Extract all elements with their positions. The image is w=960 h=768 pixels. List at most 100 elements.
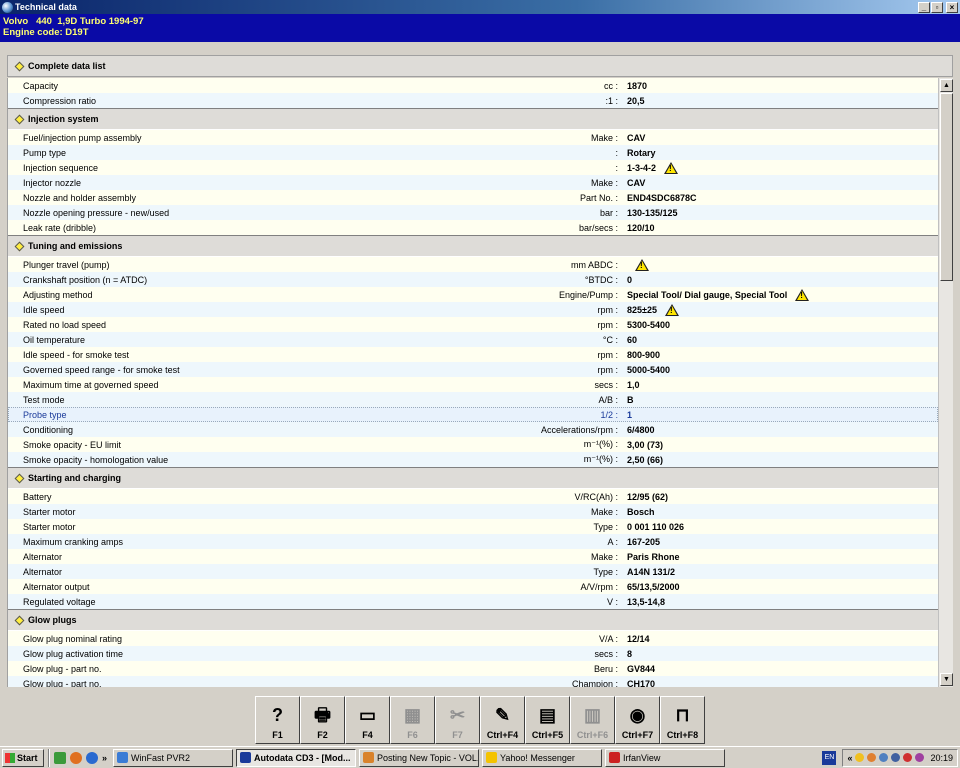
- data-row-compression-ratio[interactable]: Compression ratio:1 : 20,5: [8, 93, 938, 108]
- data-list[interactable]: Capacity cc :1870 Compression ratio:1 :20,…: [7, 78, 938, 687]
- data-row-battery[interactable]: Battery V/RC(Ah) : 12/95 (62): [8, 489, 938, 504]
- clock[interactable]: 20:19: [930, 753, 953, 763]
- data-row-adjusting-method[interactable]: Adjusting method Engine/Pump : Special Too…: [8, 287, 938, 302]
- data-row-glow-plug-nominal-rating[interactable]: Glow plug nominal rating V/A : 12/14: [8, 631, 938, 646]
- fkey-f1[interactable]: ? F1: [255, 696, 300, 744]
- scroll-thumb[interactable]: [940, 93, 953, 281]
- tray-messenger-icon[interactable]: [855, 753, 865, 762]
- row-value-text: END4SDC6878C: [627, 192, 697, 203]
- tray-chevron-icon[interactable]: «: [847, 753, 852, 763]
- data-row-leak-rate-dribble[interactable]: Leak rate (dribble) bar/secs : 120/10: [8, 220, 938, 235]
- tray-app-icon[interactable]: [915, 753, 925, 762]
- data-row-probe-type[interactable]: Probe type 1/2 : 1: [8, 407, 938, 422]
- taskbar-button-yahoo-messenger[interactable]: Yahoo! Messenger: [482, 748, 603, 767]
- taskbar-button-autodata-cd3-mod[interactable]: Autodata CD3 - [Mod...: [236, 748, 357, 767]
- data-row-alternator[interactable]: Alternator Type : A14N 131/2: [8, 564, 938, 579]
- row-value-text: 120/10: [627, 222, 655, 233]
- fkey-ctrl-f8[interactable]: ⊓ Ctrl+F8: [660, 696, 705, 744]
- close-button[interactable]: ×: [946, 1, 958, 13]
- firefox-icon[interactable]: [70, 751, 82, 764]
- data-row-fuel-injection-pump-assembly[interactable]: Fuel/injection pump assembly Make : CAV: [8, 130, 938, 145]
- data-row-crankshaft-position-n-atdc[interactable]: Crankshaft position (n = ATDC) °BTDC : 0: [8, 272, 938, 287]
- scroll-down-arrow-icon[interactable]: ▼: [940, 673, 953, 686]
- data-row-glow-plug-part-no[interactable]: Glow plug - part no. Beru : GV844: [8, 661, 938, 676]
- panel-title: Complete data list: [28, 61, 106, 71]
- fkey-f4[interactable]: ▭ F4: [345, 696, 390, 744]
- section-header-injection-system[interactable]: Injection system: [8, 108, 938, 130]
- tray-volume-icon[interactable]: [891, 753, 901, 762]
- row-unit: 1/2 :: [600, 409, 618, 420]
- row-value: 5300-5400: [627, 320, 670, 330]
- section-title: Tuning and emissions: [28, 241, 123, 251]
- data-row-oil-temperature[interactable]: Oil temperature °C : 60: [8, 332, 938, 347]
- section-header-starting-and-charging[interactable]: Starting and charging: [8, 467, 938, 489]
- data-row-maximum-time-at-governed-speed[interactable]: Maximum time at governed speed secs : 1,0: [8, 377, 938, 392]
- tray-antivirus-icon[interactable]: [903, 753, 913, 762]
- data-row-rated-no-load-speed[interactable]: Rated no load speed rpm : 5300-5400: [8, 317, 938, 332]
- fkey-f2[interactable]: 🖶 F2: [300, 696, 345, 744]
- desktop-icon[interactable]: [54, 751, 66, 764]
- section-header-tuning-and-emissions[interactable]: Tuning and emissions: [8, 235, 938, 257]
- tray-network-icon[interactable]: [879, 753, 889, 762]
- fkey-f7[interactable]: ✂ F7: [435, 696, 480, 744]
- data-row-idle-speed-for-smoke-test[interactable]: Idle speed - for smoke test rpm : 800-900: [8, 347, 938, 362]
- minimize-button[interactable]: _: [918, 1, 930, 13]
- warning-icon[interactable]: [795, 288, 810, 301]
- taskbar-button-winfast-pvr2[interactable]: WinFast PVR2: [113, 748, 234, 767]
- vertical-scrollbar[interactable]: ▲ ▼: [938, 78, 953, 687]
- data-row-smoke-opacity-eu-limit[interactable]: Smoke opacity - EU limit m⁻¹(%) : 3,00 (73…: [8, 437, 938, 452]
- data-row-governed-speed-range-for-smoke-test[interactable]: Governed speed range - for smoke test rpm…: [8, 362, 938, 377]
- data-row-maximum-cranking-amps[interactable]: Maximum cranking amps A : 167-205: [8, 534, 938, 549]
- ie-icon[interactable]: [86, 751, 98, 764]
- warning-icon[interactable]: [635, 258, 649, 271]
- scroll-up-arrow-icon[interactable]: ▲: [940, 79, 953, 92]
- data-row-glow-plug-activation-time[interactable]: Glow plug activation time secs : 8: [8, 646, 938, 661]
- row-label: Plunger travel (pump): [23, 259, 110, 270]
- data-row-conditioning[interactable]: Conditioning Accelerations/rpm : 6/4800: [8, 422, 938, 437]
- data-row-injector-nozzle[interactable]: Injector nozzle Make : CAV: [8, 175, 938, 190]
- window-titlebar[interactable]: Technical data _ ▫ ×: [0, 0, 960, 14]
- complete-data-list-header[interactable]: Complete data list: [7, 55, 953, 77]
- data-row-regulated-voltage[interactable]: Regulated voltage V : 13,5-14,8: [8, 594, 938, 609]
- row-value: 167-205: [627, 537, 660, 547]
- start-button[interactable]: Start: [2, 748, 44, 767]
- fkey-ctrl-f5[interactable]: ▤ Ctrl+F5: [525, 696, 570, 744]
- row-value-text: 60: [627, 334, 638, 345]
- warning-icon[interactable]: [664, 161, 679, 174]
- row-value: 8: [627, 649, 632, 659]
- taskbar-button-posting-new-topic-vol[interactable]: Posting New Topic - VOL...: [359, 748, 480, 767]
- fkey-ctrl-f7[interactable]: ◉ Ctrl+F7: [615, 696, 660, 744]
- taskbar-button-irfanview[interactable]: IrfanView: [605, 748, 726, 767]
- language-indicator[interactable]: EN: [822, 750, 837, 765]
- diamond-icon: [14, 473, 25, 483]
- section-header-glow-plugs[interactable]: Glow plugs: [8, 609, 938, 631]
- data-row-nozzle-opening-pressure-new-used[interactable]: Nozzle opening pressure - new/used bar : 1…: [8, 205, 938, 220]
- row-unit: V :: [606, 596, 618, 607]
- row-label: Smoke opacity - homologation value: [23, 454, 169, 465]
- tray-smile-icon[interactable]: [867, 753, 877, 762]
- fkey-f6[interactable]: ▦ F6: [390, 696, 435, 744]
- data-row-glow-plug-part-no[interactable]: Glow plug - part no. Champion : CH170: [8, 676, 938, 687]
- data-row-test-mode[interactable]: Test mode A/B : B: [8, 392, 938, 407]
- data-row-idle-speed[interactable]: Idle speed rpm : 825±25: [8, 302, 938, 317]
- data-row-injection-sequence[interactable]: Injection sequence:1-3-4-2: [8, 160, 938, 175]
- row-value: END4SDC6878C: [627, 193, 697, 203]
- data-row-capacity[interactable]: Capacity cc : 1870: [8, 78, 938, 93]
- data-row-alternator-output[interactable]: Alternator output A/V/rpm : 65/13,5/2000: [8, 579, 938, 594]
- data-row-smoke-opacity-homologation-value[interactable]: Smoke opacity - homologation value m⁻¹(%)…: [8, 452, 938, 467]
- data-row-alternator[interactable]: Alternator Make : Paris Rhone: [8, 549, 938, 564]
- fkey-ctrl-f4[interactable]: ✎ Ctrl+F4: [480, 696, 525, 744]
- data-row-plunger-travel-pump[interactable]: Plunger travel (pump) mm ABDC :: [8, 257, 938, 272]
- data-row-nozzle-and-holder-assembly[interactable]: Nozzle and holder assembly Part No. : END4…: [8, 190, 938, 205]
- fkey-ctrl-f6[interactable]: ▥ Ctrl+F6: [570, 696, 615, 744]
- fkey-label: F7: [452, 730, 463, 740]
- row-unit: Type :: [593, 521, 618, 532]
- data-row-starter-motor[interactable]: Starter motor Make : Bosch: [8, 504, 938, 519]
- warning-icon[interactable]: [664, 303, 679, 316]
- maximize-button[interactable]: ▫: [931, 1, 943, 13]
- row-value-text: 0 001 110 026: [627, 521, 685, 532]
- data-row-pump-type[interactable]: Pump type: Rotary: [8, 145, 938, 160]
- more-chevron-icon[interactable]: »: [102, 753, 107, 763]
- row-label: Fuel/injection pump assembly: [23, 132, 142, 143]
- data-row-starter-motor[interactable]: Starter motor Type : 0 001 110 026: [8, 519, 938, 534]
